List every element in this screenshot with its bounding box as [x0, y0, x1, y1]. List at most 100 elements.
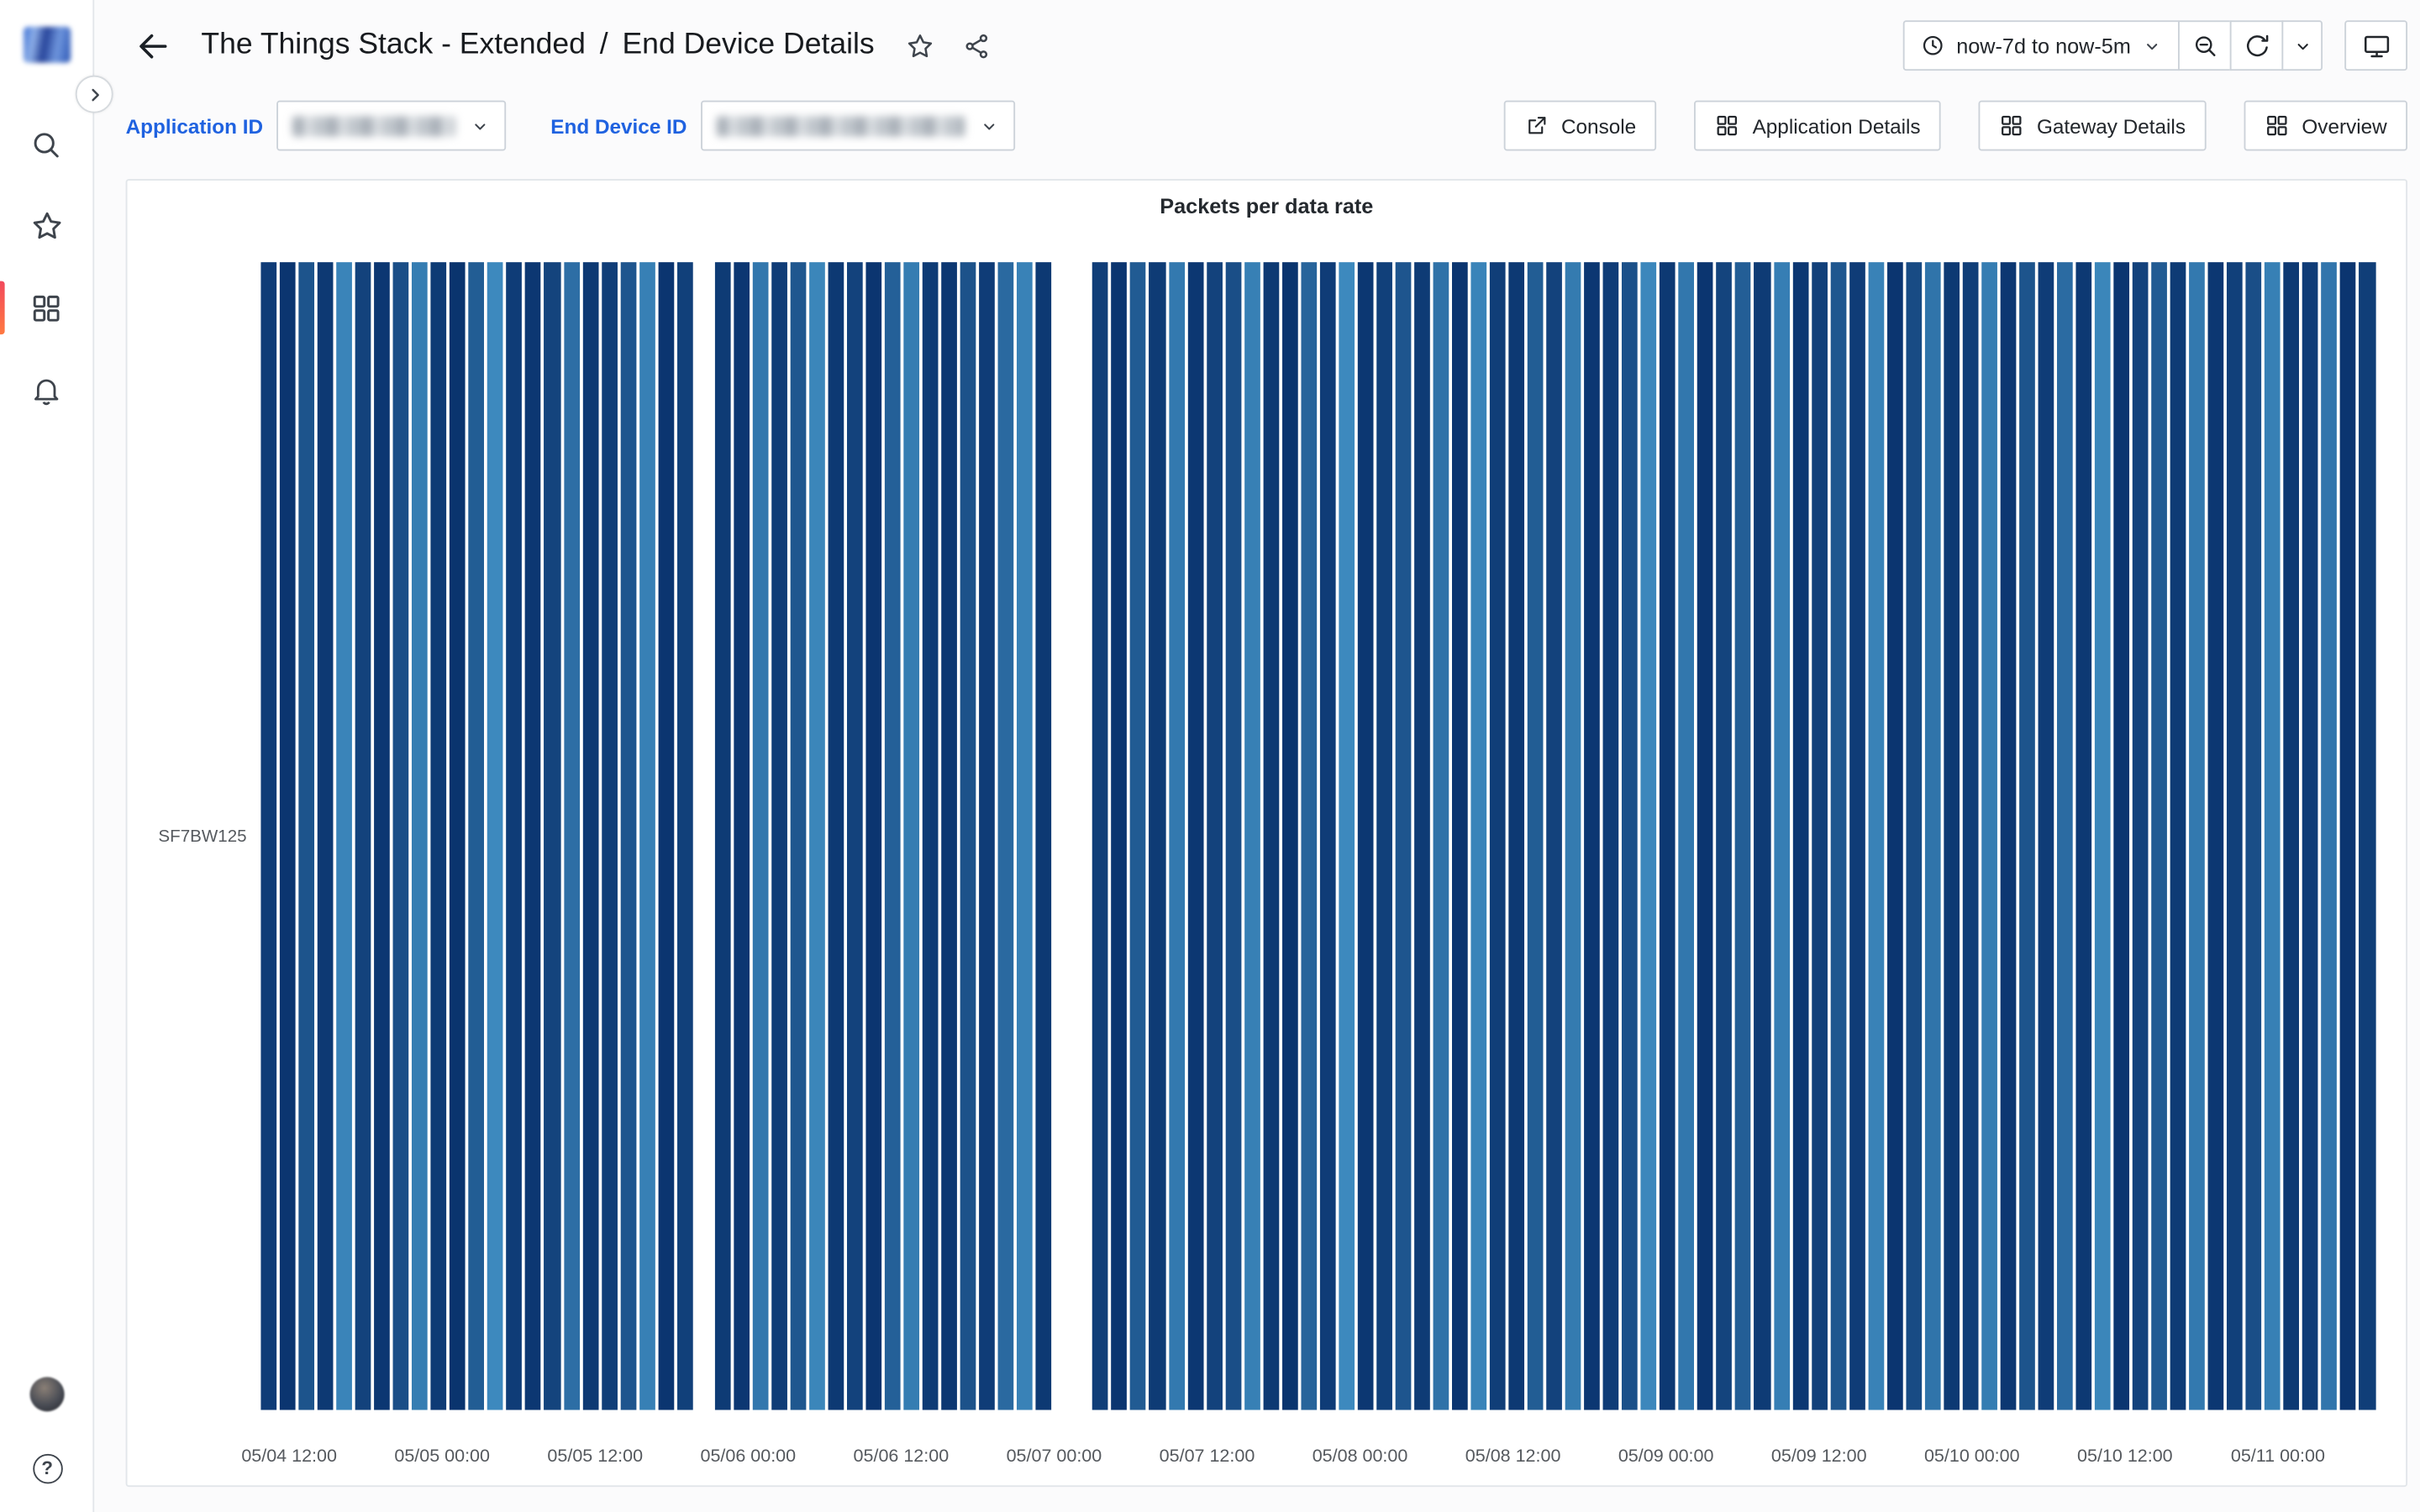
- console-link-button[interactable]: Console: [1502, 100, 1657, 151]
- gateway-details-link-button[interactable]: Gateway Details: [1978, 100, 2207, 151]
- time-range-label: now-7d to now-5m: [1956, 34, 2131, 58]
- heatmap-cell: [1149, 262, 1165, 1410]
- heatmap-cell: [2170, 262, 2186, 1410]
- heatmap-cell: [1111, 262, 1128, 1410]
- sidebar-item-alerting[interactable]: [0, 349, 93, 430]
- heatmap-cell: [1754, 262, 1770, 1410]
- heatmap-cell: [1433, 262, 1449, 1410]
- heatmap-cell: [808, 262, 825, 1410]
- clock-icon: [1923, 35, 1943, 55]
- heatmap-plot-area[interactable]: [260, 262, 2375, 1410]
- heatmap-cell: [1735, 262, 1752, 1410]
- heatmap-cell: [2056, 262, 2073, 1410]
- back-button[interactable]: [126, 18, 180, 72]
- heatmap-cell: [771, 262, 787, 1410]
- heatmap-cell: [1451, 262, 1468, 1410]
- share-button[interactable]: [953, 22, 1000, 69]
- heatmap-cell: [525, 262, 542, 1410]
- caret-down-icon: [984, 123, 995, 129]
- heatmap-cell: [1584, 262, 1601, 1410]
- bell-icon: [34, 378, 59, 405]
- overview-link-button[interactable]: Overview: [2244, 100, 2408, 151]
- panel-title[interactable]: Packets per data rate: [127, 181, 2406, 218]
- share-icon: [965, 33, 988, 58]
- sidebar: ?: [0, 0, 113, 1512]
- time-range-picker[interactable]: now-7d to now-5m: [1902, 20, 2180, 71]
- dashboard-title[interactable]: The Things Stack - Extended / End Device…: [201, 29, 874, 63]
- heatmap-cell: [865, 262, 882, 1410]
- sidebar-item-help[interactable]: ?: [0, 1436, 94, 1499]
- heatmap-cell: [563, 262, 580, 1410]
- heatmap-cell: [2132, 262, 2149, 1410]
- heatmap-cell: [903, 262, 920, 1410]
- user-avatar[interactable]: [29, 1377, 65, 1412]
- monitor-icon: [2364, 34, 2389, 57]
- application-id-select[interactable]: [276, 100, 507, 151]
- refresh-interval-dropdown[interactable]: [2281, 20, 2323, 71]
- heatmap-cell: [1035, 262, 1052, 1410]
- heatmap-cell: [619, 262, 636, 1410]
- heatmap-cell: [468, 262, 485, 1410]
- sidebar-item-search[interactable]: [0, 103, 93, 185]
- heatmap-cell: [2359, 262, 2375, 1410]
- kiosk-mode-button[interactable]: [2344, 20, 2408, 71]
- heatmap-cell: [1697, 262, 1714, 1410]
- heatmap-cell: [1413, 262, 1430, 1410]
- heatmap-cell: [1943, 262, 1960, 1410]
- x-axis-tick-label: 05/06 12:00: [853, 1447, 950, 1467]
- caret-down-icon: [475, 123, 487, 129]
- x-axis-tick-label: 05/08 00:00: [1312, 1447, 1408, 1467]
- heatmap-cell: [846, 262, 863, 1410]
- application-details-link-button[interactable]: Application Details: [1694, 100, 1941, 151]
- x-axis-tick-label: 05/06 00:00: [700, 1447, 797, 1467]
- favorite-star-button[interactable]: [897, 22, 944, 69]
- panel-packets-per-data-rate: Packets per data rate SF7BW125 05/04 12:…: [125, 179, 2408, 1488]
- heatmap-cell: [714, 262, 731, 1410]
- heatmap-cell: [581, 262, 598, 1410]
- heatmap-cell: [884, 262, 901, 1410]
- heatmap-cell: [2245, 262, 2262, 1410]
- x-axis-tick-label: 05/05 12:00: [547, 1447, 644, 1467]
- overview-link-label: Overview: [2302, 113, 2387, 138]
- zoom-out-button[interactable]: [2178, 20, 2232, 71]
- heatmap-cell: [1527, 262, 1544, 1410]
- refresh-icon: [2246, 34, 2268, 56]
- heatmap-cell: [1565, 262, 1581, 1410]
- heatmap-cell: [1981, 262, 1997, 1410]
- heatmap-cell: [1622, 262, 1639, 1410]
- dashboard-title-page: End Device Details: [622, 28, 875, 61]
- heatmap-cell: [1829, 262, 1846, 1410]
- heatmap-cell: [1602, 262, 1619, 1410]
- heatmap-cell: [922, 262, 939, 1410]
- console-link-label: Console: [1560, 113, 1637, 138]
- heatmap-cell: [1924, 262, 1941, 1410]
- application-id-label: Application ID: [125, 113, 264, 138]
- heatmap-cell: [544, 262, 560, 1410]
- heatmap-cell: [2094, 262, 2111, 1410]
- heatmap-cell: [733, 262, 750, 1410]
- heatmap-cell: [1206, 262, 1223, 1410]
- caret-down-icon: [2296, 43, 2307, 50]
- zoom-out-icon: [2195, 35, 2215, 55]
- heatmap-cell: [1092, 262, 1109, 1410]
- x-axis-tick-label: 05/10 12:00: [2077, 1447, 2173, 1467]
- heatmap-cell: [336, 262, 353, 1410]
- heatmap-cell: [1319, 262, 1336, 1410]
- heatmap-cell: [487, 262, 504, 1410]
- heatmap-cell: [450, 262, 466, 1410]
- heatmap-cell: [1376, 262, 1392, 1410]
- heatmap-cell: [1244, 262, 1260, 1410]
- sidebar-item-starred[interactable]: [0, 186, 93, 267]
- end-device-id-select[interactable]: [701, 100, 1016, 151]
- sidebar-nav: [0, 103, 92, 430]
- grid-icon: [1717, 115, 1738, 136]
- caret-down-icon: [2147, 43, 2158, 50]
- sidebar-expand-button[interactable]: [75, 75, 113, 113]
- grafana-logo[interactable]: [0, 0, 93, 88]
- heatmap-cell: [1300, 262, 1317, 1410]
- sidebar-item-dashboards[interactable]: [0, 267, 93, 349]
- heatmap-cell: [506, 262, 523, 1410]
- heatmap-cell: [1130, 262, 1147, 1410]
- refresh-button[interactable]: [2229, 20, 2284, 71]
- heatmap-cell: [2151, 262, 2168, 1410]
